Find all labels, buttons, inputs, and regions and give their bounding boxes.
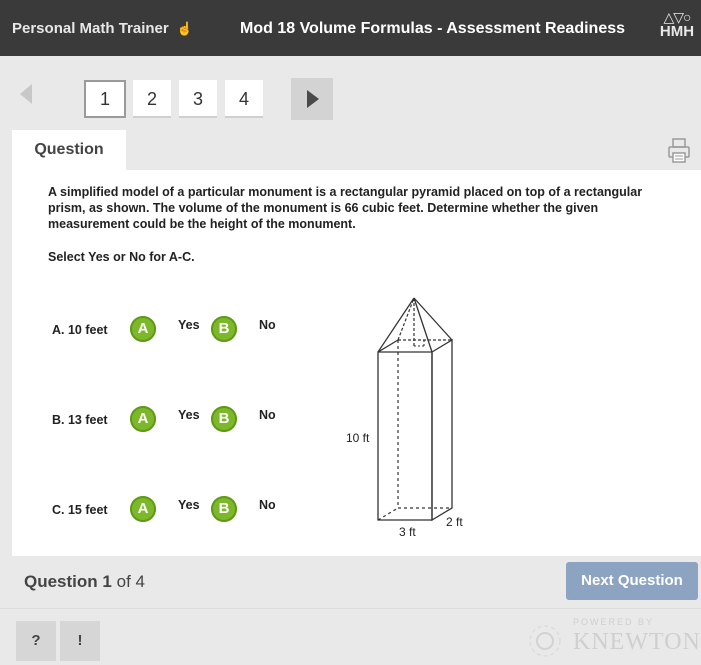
choice-row-b: B. 13 feet A Yes B No	[52, 405, 312, 435]
yes-label: Yes	[178, 498, 200, 512]
choice-label: A. 10 feet	[52, 323, 108, 337]
no-label: No	[259, 498, 276, 512]
app-title-text: Personal Math Trainer	[12, 20, 169, 37]
knewton-logo: POWERED BY KNEWTON	[525, 617, 701, 661]
page-button-1[interactable]: 1	[84, 80, 126, 118]
knewton-brand-text: KNEWTON	[573, 629, 701, 655]
page-button-4[interactable]: 4	[225, 80, 263, 118]
app-title: Personal Math Trainer ☝	[12, 20, 193, 37]
question-total: of 4	[116, 572, 145, 591]
question-instruction: Select Yes or No for A-C.	[48, 250, 195, 264]
page-button-2[interactable]: 2	[133, 80, 171, 118]
prev-arrow-icon[interactable]	[20, 84, 32, 104]
answer-b-yes-bubble[interactable]: A	[130, 406, 156, 432]
powered-by-text: POWERED BY	[573, 617, 655, 627]
monument-figure: 10 ft 3 ft 2 ft	[346, 297, 463, 539]
question-nav: 1 2 3 4	[0, 56, 701, 130]
hmh-logo: △▽○ HMH	[655, 10, 699, 39]
page-button-3[interactable]: 3	[179, 80, 217, 118]
answer-b-no-bubble[interactable]: B	[211, 406, 237, 432]
help-button[interactable]: ?	[16, 621, 56, 661]
answer-a-yes-bubble[interactable]: A	[130, 316, 156, 342]
next-page-button[interactable]	[291, 78, 333, 120]
choice-label: B. 13 feet	[52, 413, 108, 427]
width-label: 3 ft	[399, 525, 416, 539]
module-title: Mod 18 Volume Formulas - Assessment Read…	[240, 20, 626, 37]
current-question-number: 1	[102, 572, 112, 591]
answer-c-no-bubble[interactable]: B	[211, 496, 237, 522]
bottom-toolbar: ? ! POWERED BY KNEWTON	[0, 608, 701, 665]
no-label: No	[259, 408, 276, 422]
tab-question[interactable]: Question	[12, 130, 126, 170]
depth-label: 2 ft	[446, 515, 463, 529]
question-footer: Question 1 of 4 Next Question	[0, 556, 701, 608]
next-arrow-icon	[307, 90, 319, 108]
yes-label: Yes	[178, 318, 200, 332]
yes-label: Yes	[178, 408, 200, 422]
question-content: A simplified model of a particular monum…	[12, 170, 701, 556]
top-header: Personal Math Trainer ☝ Mod 18 Volume Fo…	[0, 0, 701, 56]
choice-label: C. 15 feet	[52, 503, 108, 517]
hand-pointer-icon: ☝	[176, 21, 194, 36]
no-label: No	[259, 318, 276, 332]
question-word: Question	[24, 572, 98, 591]
logo-shapes-icon: △▽○	[663, 9, 692, 25]
answer-c-yes-bubble[interactable]: A	[130, 496, 156, 522]
knewton-mark-icon	[529, 625, 561, 657]
printer-icon[interactable]	[667, 136, 691, 164]
answer-a-no-bubble[interactable]: B	[211, 316, 237, 342]
next-question-button[interactable]: Next Question	[566, 562, 698, 600]
question-prompt: A simplified model of a particular monum…	[48, 185, 643, 231]
tab-row: Question	[0, 130, 701, 170]
choice-row-a: A. 10 feet A Yes B No	[52, 315, 312, 345]
height-label: 10 ft	[346, 431, 370, 445]
question-counter: Question 1 of 4	[24, 572, 145, 592]
choice-row-c: C. 15 feet A Yes B No	[52, 495, 312, 525]
logo-text: HMH	[659, 23, 695, 40]
alert-button[interactable]: !	[60, 621, 100, 661]
